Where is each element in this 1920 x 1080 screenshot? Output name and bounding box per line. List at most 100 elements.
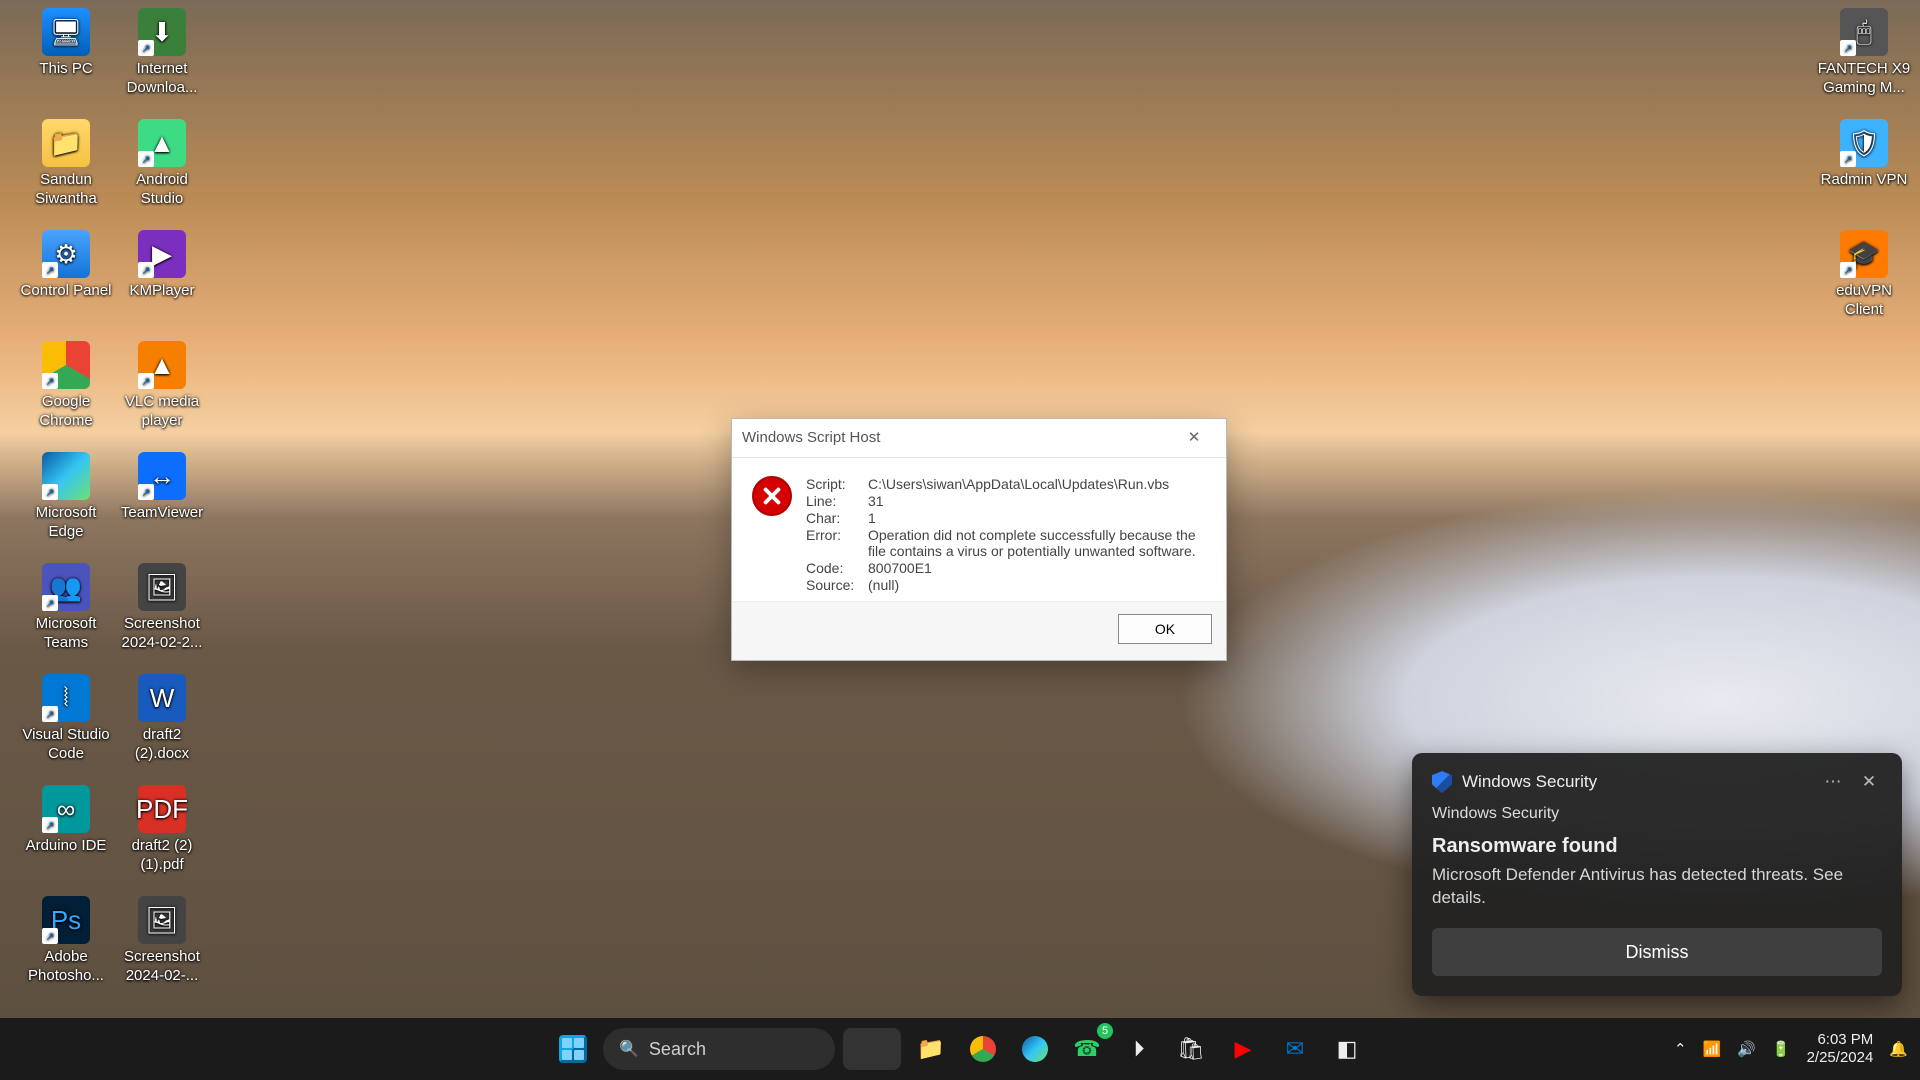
dialog-field-label: Error: <box>806 527 864 559</box>
ok-button[interactable]: OK <box>1118 614 1212 644</box>
battery-icon[interactable]: 🔋 <box>1772 1040 1791 1058</box>
desktop-icon[interactable]: 🖥This PC <box>18 8 114 79</box>
dialog-close-button[interactable]: ✕ <box>1172 423 1216 453</box>
dialog-title: Windows Script Host <box>742 419 880 457</box>
dismiss-button[interactable]: Dismiss <box>1432 928 1882 976</box>
taskbar-chrome[interactable] <box>961 1027 1005 1071</box>
desktop-icon-label: Visual Studio Code <box>18 726 114 764</box>
desktop-icon-label: Screenshot 2024-02-2... <box>114 615 210 653</box>
toast-close-button[interactable]: ✕ <box>1856 772 1882 792</box>
dialog-titlebar[interactable]: Windows Script Host ✕ <box>732 419 1226 458</box>
desktop-icon-label: FANTECH X9 Gaming M... <box>1816 60 1912 98</box>
dialog-field-value: 800700E1 <box>868 560 1206 576</box>
app-icon: ⬇ <box>138 8 186 56</box>
desktop-icon[interactable]: ▶ KMPlayer <box>114 230 210 301</box>
desktop-icon[interactable]: 🖼 Screenshot 2024-02-2... <box>114 563 210 653</box>
desktop-icon[interactable]: 📁Sandun Siwantha <box>18 119 114 209</box>
app-icon: PDF <box>138 785 186 833</box>
taskbar-explorer[interactable]: 📁 <box>909 1027 953 1071</box>
security-toast[interactable]: Windows Security ⋯ ✕ Windows Security Ra… <box>1412 753 1902 996</box>
desktop-icon[interactable]: 🖱 FANTECH X9 Gaming M... <box>1816 8 1912 98</box>
taskbar-media-player[interactable]: ⏵ <box>1117 1027 1161 1071</box>
desktop-icon-label: Android Studio <box>114 171 210 209</box>
tray-chevron-icon[interactable]: ⌃ <box>1674 1040 1687 1058</box>
desktop-icon-label: VLC media player <box>114 393 210 431</box>
desktop-icon-label: Radmin VPN <box>1816 171 1912 190</box>
toast-more-button[interactable]: ⋯ <box>1820 772 1846 792</box>
desktop-icon-label: draft2 (2) (1).pdf <box>114 837 210 875</box>
desktop-icon[interactable]: ⦚ Visual Studio Code <box>18 674 114 764</box>
dialog-field-label: Source: <box>806 577 864 593</box>
app-icon: ▶ <box>138 230 186 278</box>
app-icon: ▲ <box>138 119 186 167</box>
desktop-icon[interactable]: Microsoft Edge <box>18 452 114 542</box>
error-icon <box>752 476 792 516</box>
desktop-icon-label: Microsoft Teams <box>18 615 114 653</box>
volume-icon[interactable]: 🔊 <box>1737 1040 1756 1058</box>
clock-date: 2/25/2024 <box>1807 1049 1874 1067</box>
toast-message: Microsoft Defender Antivirus has detecte… <box>1432 864 1882 910</box>
taskbar-outlook[interactable]: ✉ <box>1273 1027 1317 1071</box>
toast-title: Ransomware found <box>1432 835 1882 858</box>
desktop-icon[interactable]: 👥Microsoft Teams <box>18 563 114 653</box>
desktop-icon-label: Microsoft Edge <box>18 504 114 542</box>
desktop-icon[interactable]: ∞Arduino IDE <box>18 785 114 856</box>
desktop-icon-label: draft2 (2).docx <box>114 726 210 764</box>
dialog-field-value: (null) <box>868 577 1206 593</box>
search-placeholder: Search <box>649 1039 706 1060</box>
desktop-icon[interactable]: Wdraft2 (2).docx <box>114 674 210 764</box>
toast-header: Windows Security <box>1432 805 1882 823</box>
app-icon: 🖱 <box>1840 8 1888 56</box>
notifications-icon[interactable]: 🔔 <box>1889 1040 1908 1058</box>
desktop-icon[interactable]: ⚙ Control Panel <box>18 230 114 301</box>
app-icon <box>42 341 90 389</box>
taskbar-clock[interactable]: 6:03 PM 2/25/2024 <box>1807 1031 1874 1067</box>
dialog-field-value: 31 <box>868 493 1206 509</box>
start-button[interactable] <box>551 1027 595 1071</box>
dialog-details: Script:C:\Users\siwan\AppData\Local\Upda… <box>806 476 1206 593</box>
desktop-icon[interactable]: ▲ VLC media player <box>114 341 210 431</box>
dialog-field-value: Operation did not complete successfully … <box>868 527 1206 559</box>
taskbar-search[interactable]: 🔍 Search <box>603 1028 835 1070</box>
search-highlight[interactable] <box>843 1028 901 1070</box>
taskbar-edge[interactable] <box>1013 1027 1057 1071</box>
app-icon: 🖼 <box>138 896 186 944</box>
desktop-icon-label: Sandun Siwantha <box>18 171 114 209</box>
wifi-icon[interactable]: 📶 <box>1703 1040 1722 1058</box>
taskbar-store[interactable]: 🛍 <box>1169 1027 1213 1071</box>
search-icon: 🔍 <box>619 1039 639 1059</box>
desktop-icon-label: KMPlayer <box>114 282 210 301</box>
app-icon: 🛡 <box>1840 119 1888 167</box>
dialog-field-label: Code: <box>806 560 864 576</box>
desktop-icon-label: TeamViewer <box>114 504 210 523</box>
app-icon: ⚙ <box>42 230 90 278</box>
desktop-icon[interactable]: Ps Adobe Photosho... <box>18 896 114 986</box>
desktop-icon[interactable]: ⬇ Internet Downloa... <box>114 8 210 98</box>
desktop-icon-label: Internet Downloa... <box>114 60 210 98</box>
desktop-icon[interactable]: ↔TeamViewer <box>114 452 210 523</box>
app-icon: ⦚ <box>42 674 90 722</box>
dialog-field-label: Script: <box>806 476 864 492</box>
dialog-field-label: Char: <box>806 510 864 526</box>
script-host-dialog: Windows Script Host ✕ Script:C:\Users\si… <box>731 418 1227 661</box>
app-icon: W <box>138 674 186 722</box>
taskbar-youtube[interactable]: ▶ <box>1221 1027 1265 1071</box>
app-icon: Ps <box>42 896 90 944</box>
desktop-icon[interactable]: 🛡 Radmin VPN <box>1816 119 1912 190</box>
app-icon: 🖼 <box>138 563 186 611</box>
taskbar-app[interactable]: ◧ <box>1325 1027 1369 1071</box>
windows-logo-icon <box>559 1035 587 1063</box>
app-icon: ▲ <box>138 341 186 389</box>
desktop-icon-label: Control Panel <box>18 282 114 301</box>
taskbar-whatsapp[interactable]: ☎ 5 <box>1065 1027 1109 1071</box>
toast-app-name: Windows Security <box>1462 772 1597 792</box>
desktop-icon[interactable]: Google Chrome <box>18 341 114 431</box>
desktop-icon[interactable]: ▲ Android Studio <box>114 119 210 209</box>
desktop-icon[interactable]: 🎓eduVPN Client <box>1816 230 1912 320</box>
app-icon: 🎓 <box>1840 230 1888 278</box>
desktop-icon[interactable]: PDF draft2 (2) (1).pdf <box>114 785 210 875</box>
desktop-icon-label: Adobe Photosho... <box>18 948 114 986</box>
app-icon: 🖥 <box>42 8 90 56</box>
whatsapp-badge: 5 <box>1097 1023 1113 1039</box>
desktop-icon[interactable]: 🖼Screenshot 2024-02-... <box>114 896 210 986</box>
